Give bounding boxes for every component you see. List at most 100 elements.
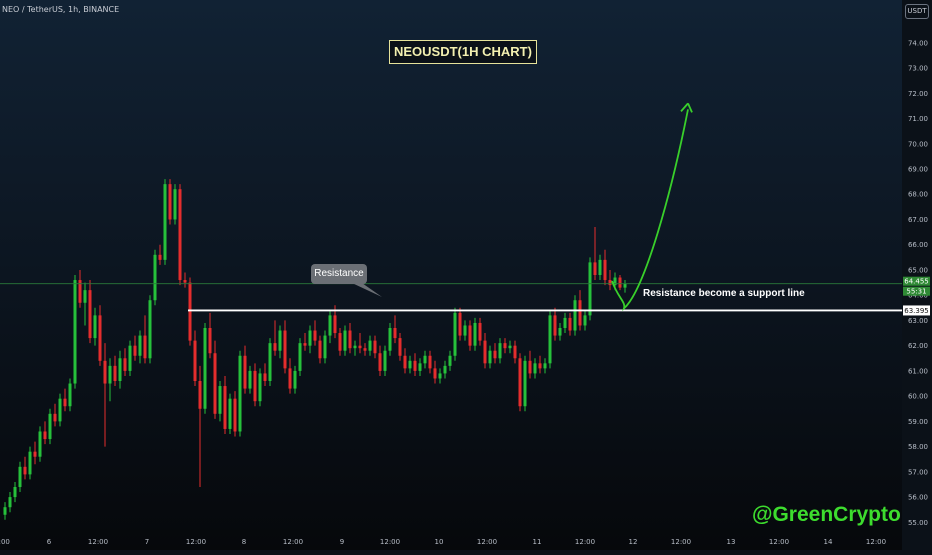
candle-body xyxy=(168,184,172,220)
candle-body xyxy=(38,431,42,457)
candle-body xyxy=(453,312,457,356)
candle-body xyxy=(128,345,132,371)
y-tick-label: 55.00 xyxy=(908,519,928,527)
x-tick-label: 12:00 xyxy=(477,538,497,546)
x-tick-label: 12:00 xyxy=(380,538,400,546)
candle-body xyxy=(33,451,37,457)
candle-body xyxy=(18,466,22,487)
y-tick-label: 71.00 xyxy=(908,115,928,123)
candle-body xyxy=(3,507,7,515)
candle-body xyxy=(398,338,402,356)
candle-body xyxy=(353,345,357,349)
candle-body xyxy=(103,360,107,384)
candle-body xyxy=(193,340,197,381)
candle-body xyxy=(538,363,542,369)
candle-body xyxy=(218,386,222,414)
y-tick-label: 59.00 xyxy=(908,418,928,426)
candle-body xyxy=(403,355,407,369)
candle-body xyxy=(623,283,627,288)
candle-body xyxy=(518,358,522,407)
candle-body xyxy=(63,398,67,407)
candle-body xyxy=(213,353,217,414)
candle-body xyxy=(188,282,192,341)
candle-body xyxy=(383,350,387,371)
candle-body xyxy=(483,340,487,364)
candle-body xyxy=(363,348,367,351)
chart-title: NEOUSDT(1H CHART) xyxy=(389,40,537,64)
candle-body xyxy=(393,328,397,339)
candle-body xyxy=(73,280,77,384)
candle-body xyxy=(238,355,242,432)
x-tick-label: 2:00 xyxy=(0,538,10,546)
candle-body xyxy=(488,350,492,364)
candle-body xyxy=(118,358,122,381)
candle-body xyxy=(278,330,282,351)
candle-body xyxy=(473,322,477,346)
y-tick-label: 63.00 xyxy=(908,317,928,325)
candle-body xyxy=(268,343,272,381)
candle-body xyxy=(368,340,372,351)
candle-body xyxy=(413,360,417,371)
candle-body xyxy=(568,317,572,331)
candle-body xyxy=(618,277,622,288)
candle-body xyxy=(143,335,147,359)
candle-body xyxy=(153,254,157,301)
last-price-label: 64.455 xyxy=(904,278,929,286)
x-tick-label: 12:00 xyxy=(866,538,886,546)
x-tick-label: 9 xyxy=(340,538,344,546)
y-tick-label: 69.00 xyxy=(908,166,928,174)
candle-body xyxy=(323,335,327,359)
candle-body xyxy=(443,365,447,374)
x-tick-label: 13 xyxy=(727,538,736,546)
watermark: @GreenCrypto xyxy=(752,503,901,526)
candle-body xyxy=(533,363,537,374)
chart-background xyxy=(0,0,902,550)
y-tick-label: 65.00 xyxy=(908,266,928,274)
y-tick-label: 66.00 xyxy=(908,241,928,249)
x-tick-label: 10 xyxy=(435,538,444,546)
candle-body xyxy=(158,254,162,260)
candle-body xyxy=(528,360,532,374)
x-tick-label: 12:00 xyxy=(186,538,206,546)
candle-body xyxy=(53,413,57,422)
resistance-callout: Resistance xyxy=(311,264,367,284)
candle-body xyxy=(348,330,352,349)
candle-body xyxy=(468,325,472,346)
candle-body xyxy=(208,328,212,354)
x-tick-label: 12:00 xyxy=(283,538,303,546)
y-tick-label: 60.00 xyxy=(908,393,928,401)
x-tick-label: 12:00 xyxy=(88,538,108,546)
candle-body xyxy=(283,330,287,369)
candle-body xyxy=(178,189,182,281)
candle-body xyxy=(333,315,337,334)
candle-body xyxy=(163,184,167,260)
candle-body xyxy=(378,353,382,371)
candle-body xyxy=(433,368,437,379)
candle-body xyxy=(373,340,377,354)
candle-body xyxy=(588,262,592,316)
candle-body xyxy=(8,497,12,508)
candle-body xyxy=(48,413,52,440)
x-tick-label: 12:00 xyxy=(769,538,789,546)
y-tick-label: 72.00 xyxy=(908,90,928,98)
candle-body xyxy=(313,330,317,341)
candle-body xyxy=(223,386,227,429)
candle-body xyxy=(198,381,202,409)
support-line-note: Resistance become a support line xyxy=(643,288,805,299)
candle-body xyxy=(578,300,582,326)
candle-body xyxy=(293,370,297,389)
currency-badge[interactable]: USDT xyxy=(905,4,929,19)
candle-body xyxy=(423,355,427,364)
y-tick-label: 74.00 xyxy=(908,39,928,47)
candle-body xyxy=(478,322,482,341)
candle-body xyxy=(458,312,462,336)
candle-body xyxy=(258,373,262,402)
y-tick-label: 58.00 xyxy=(908,443,928,451)
chart-area: 55.00 56.00 57.00 58.00 59.00 60.00 61.00 62.00… xyxy=(0,0,932,550)
candle-body xyxy=(183,280,187,283)
y-tick-label: 56.00 xyxy=(908,494,928,502)
candle-body xyxy=(88,290,92,339)
x-tick-label: 7 xyxy=(145,538,149,546)
candle-body xyxy=(418,363,422,371)
candle-body xyxy=(503,343,507,349)
